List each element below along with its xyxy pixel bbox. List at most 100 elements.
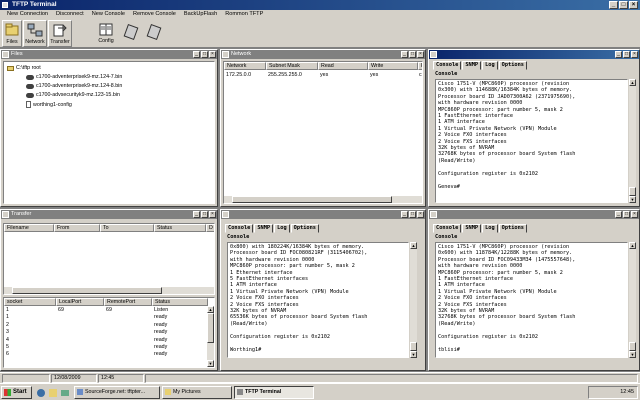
table-cell[interactable]: 1 <box>6 307 9 313</box>
files-button[interactable]: Files <box>2 20 22 47</box>
network-minimize-button[interactable]: _ <box>401 51 408 58</box>
menu-remove-console[interactable]: Remove Console <box>129 10 180 19</box>
tab-log[interactable]: Log <box>274 224 290 233</box>
quicklaunch-icon[interactable] <box>48 388 58 398</box>
column-header[interactable]: Read <box>318 62 368 70</box>
column-header[interactable]: RemotePort <box>104 298 152 306</box>
tree-item-file[interactable]: c1700-advsecurityk9-mz.123-15.bin <box>26 92 120 98</box>
table-cell[interactable]: yes <box>320 72 328 78</box>
tab-console[interactable]: Console <box>433 224 462 233</box>
console-output[interactable]: Cisco 1751-V (MPC860P) processor (revisi… <box>435 242 628 358</box>
transfer-minimize-button[interactable]: _ <box>193 211 200 218</box>
tab-console[interactable]: Console <box>433 61 462 70</box>
table-cell[interactable]: yes <box>370 72 378 78</box>
table-cell[interactable]: ready <box>154 322 167 328</box>
table-cell[interactable]: c <box>419 72 422 78</box>
console-minimize-button[interactable]: _ <box>401 211 408 218</box>
close-button[interactable]: × <box>629 1 638 9</box>
table-cell[interactable]: ready <box>154 314 167 320</box>
column-header[interactable]: To <box>100 224 154 232</box>
column-header[interactable]: socket <box>4 298 56 306</box>
quicklaunch-icon[interactable] <box>36 388 46 398</box>
files-minimize-button[interactable]: _ <box>193 51 200 58</box>
tab-options[interactable]: Options <box>290 224 319 233</box>
column-header[interactable]: D <box>206 224 214 232</box>
table-cell[interactable]: ready <box>154 337 167 343</box>
column-header[interactable]: Write <box>368 62 418 70</box>
menu-backupflash[interactable]: BackUpFlash <box>180 10 221 19</box>
table-cell[interactable]: 4 <box>6 337 9 343</box>
table-cell[interactable]: 69 <box>58 307 64 313</box>
taskbar-item-tftp-terminal[interactable]: TFTP Terminal <box>234 386 314 399</box>
start-button[interactable]: Start <box>1 386 32 399</box>
files-maximize-button[interactable]: □ <box>201 51 208 58</box>
tab-snmp[interactable]: SNMP <box>462 61 482 70</box>
tab-snmp[interactable]: SNMP <box>462 224 482 233</box>
console-output[interactable]: Cisco 1751-V (MPC860P) processor (revisi… <box>435 79 628 203</box>
tab-console[interactable]: Console <box>225 224 254 233</box>
console-close-button[interactable]: × <box>631 51 638 58</box>
column-header[interactable]: Filename <box>4 224 54 232</box>
console-maximize-button[interactable]: □ <box>623 51 630 58</box>
flash-icon[interactable] <box>123 24 139 40</box>
table-cell[interactable]: ready <box>154 329 167 335</box>
vertical-scrollbar[interactable]: ▲ ▼ <box>207 306 214 367</box>
transfer-maximize-button[interactable]: □ <box>201 211 208 218</box>
table-cell[interactable]: 3 <box>6 329 9 335</box>
network-maximize-button[interactable]: □ <box>409 51 416 58</box>
menu-disconnect[interactable]: Disconnect <box>52 10 88 19</box>
table-cell[interactable]: Listen <box>154 307 168 313</box>
tab-options[interactable]: Options <box>498 61 527 70</box>
table-cell[interactable]: ready <box>154 351 167 357</box>
tree-root[interactable]: C:\tftp root <box>7 65 41 71</box>
table-cell[interactable]: ready <box>154 344 167 350</box>
column-header[interactable]: Status <box>152 298 208 306</box>
console-minimize-button[interactable]: _ <box>615 211 622 218</box>
menu-new-console[interactable]: New Console <box>88 10 129 19</box>
horizontal-scrollbar[interactable] <box>224 196 422 203</box>
table-cell[interactable]: 69 <box>106 307 112 313</box>
table-cell[interactable]: 5 <box>6 344 9 350</box>
table-cell[interactable]: 1 <box>6 314 9 320</box>
column-header[interactable]: LocalPort <box>56 298 104 306</box>
console-maximize-button[interactable]: □ <box>623 211 630 218</box>
vertical-scrollbar[interactable]: ▲ ▼ <box>410 242 417 358</box>
column-header[interactable]: From <box>54 224 100 232</box>
column-header[interactable]: Network <box>224 62 266 70</box>
quicklaunch-icon[interactable] <box>60 388 70 398</box>
table-cell[interactable]: 2 <box>6 322 9 328</box>
horizontal-scrollbar[interactable] <box>4 287 214 294</box>
rommon-icon[interactable] <box>146 24 162 40</box>
vertical-scrollbar[interactable]: ▲ ▼ <box>629 242 636 358</box>
config-button[interactable]: Config <box>92 20 120 47</box>
tray-clock[interactable]: 12:45 <box>620 389 634 395</box>
console-close-button[interactable]: × <box>417 211 424 218</box>
console-close-button[interactable]: × <box>631 211 638 218</box>
tree-item-file[interactable]: c1700-adventerprisek9-mz.124-8.bin <box>26 83 122 89</box>
transfer-button[interactable]: Transfer <box>48 20 72 47</box>
console-minimize-button[interactable]: _ <box>615 51 622 58</box>
table-cell[interactable]: 6 <box>6 351 9 357</box>
menu-new-connection[interactable]: New Connection <box>3 10 52 19</box>
transfer-close-button[interactable]: × <box>209 211 216 218</box>
tree-item-file[interactable]: c1700-adventerprisek9-mz.124-7.bin <box>26 74 122 80</box>
taskbar-item-my-pictures[interactable]: My Pictures <box>162 386 232 399</box>
network-button[interactable]: Network <box>23 20 47 47</box>
tree-item-file[interactable]: worthing1-config <box>26 101 72 108</box>
tab-log[interactable]: Log <box>482 61 498 70</box>
menu-rommon-tftp[interactable]: Rommon TFTP <box>221 10 267 19</box>
taskbar-item-sourceforge[interactable]: SourceForge.net: tftpter... <box>74 386 160 399</box>
tab-snmp[interactable]: SNMP <box>254 224 274 233</box>
table-cell[interactable]: 172.25.0.0 <box>226 72 251 78</box>
tab-log[interactable]: Log <box>482 224 498 233</box>
table-cell[interactable]: 255.255.255.0 <box>268 72 302 78</box>
column-header[interactable]: Subnet Mask <box>266 62 318 70</box>
files-close-button[interactable]: × <box>209 51 216 58</box>
console-maximize-button[interactable]: □ <box>409 211 416 218</box>
vertical-scrollbar[interactable]: ▲ ▼ <box>629 79 636 203</box>
maximize-button[interactable]: □ <box>619 1 628 9</box>
column-header[interactable]: F <box>418 62 422 70</box>
console-output[interactable]: 0x800) with 180224K/16384K bytes of memo… <box>227 242 409 358</box>
network-close-button[interactable]: × <box>417 51 424 58</box>
column-header[interactable]: Status <box>154 224 206 232</box>
